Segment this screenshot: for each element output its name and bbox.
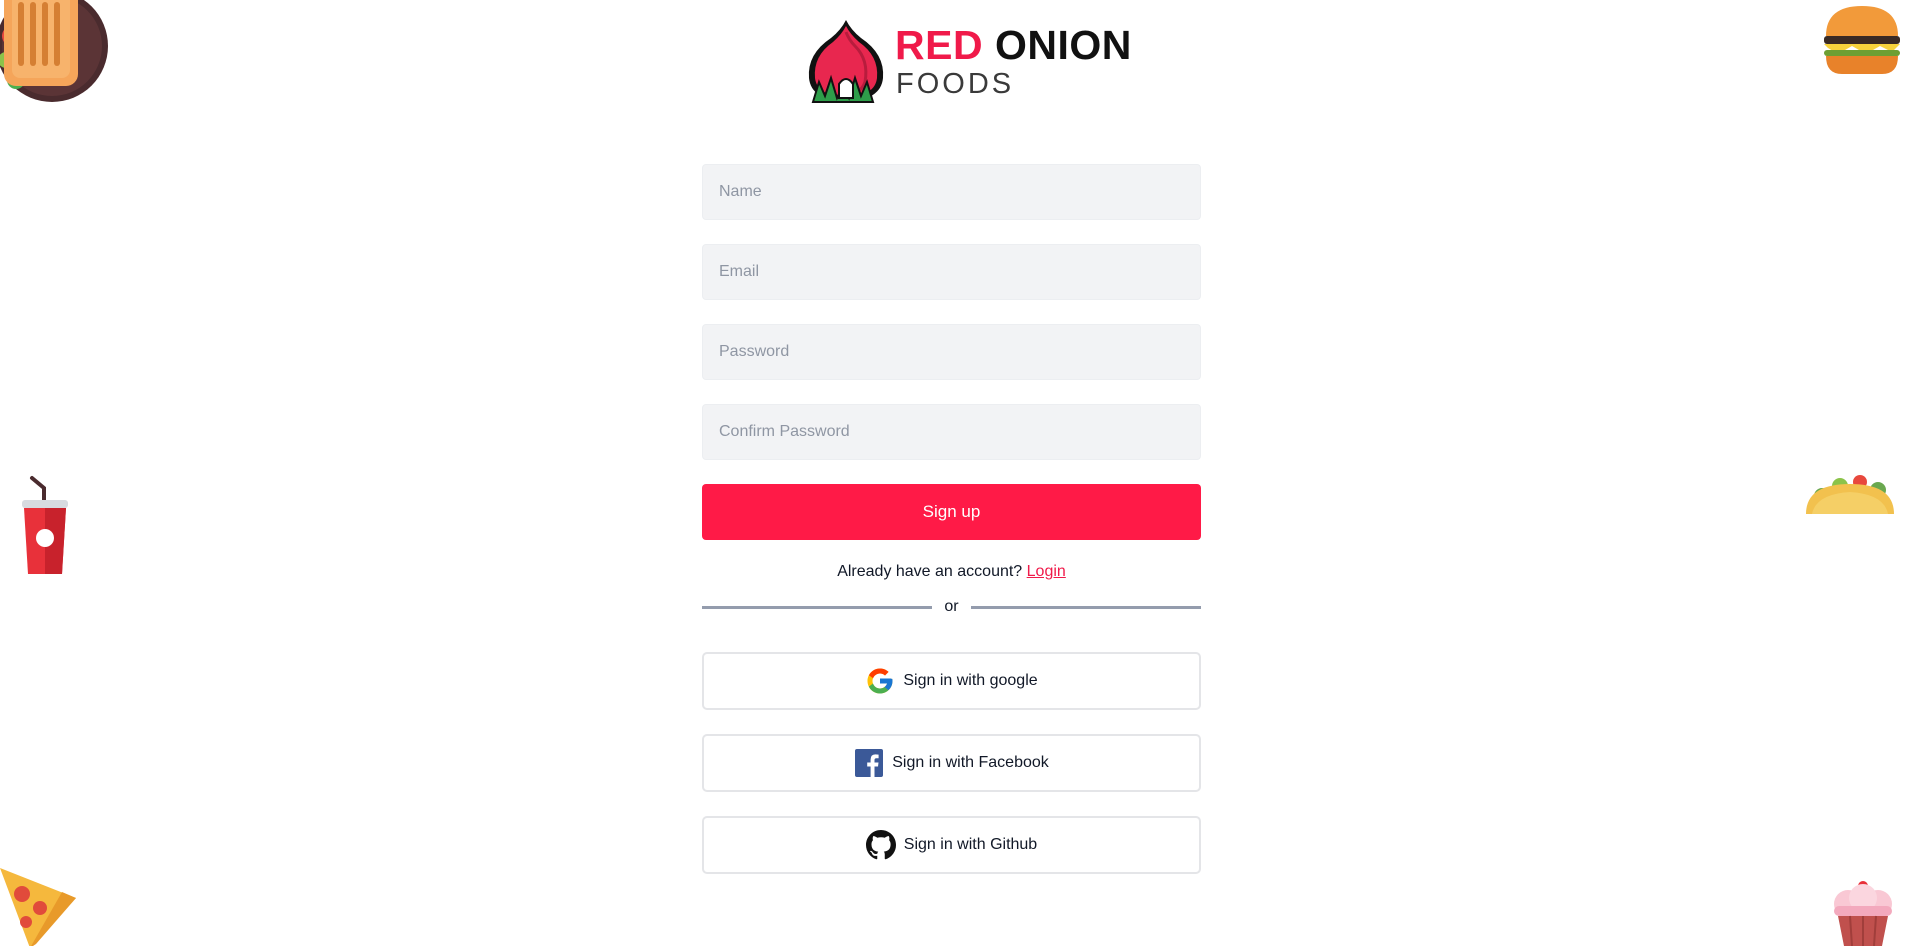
soda-cup-icon (22, 476, 68, 574)
github-signin-button[interactable]: Sign in with Github (702, 816, 1201, 874)
facebook-icon (854, 748, 884, 778)
onion-logo-icon (808, 20, 884, 103)
divider-line-right (971, 606, 1201, 609)
facebook-signin-button[interactable]: Sign in with Facebook (702, 734, 1201, 792)
password-input[interactable] (702, 324, 1201, 380)
facebook-signin-label: Sign in with Facebook (892, 754, 1049, 771)
github-signin-label: Sign in with Github (903, 836, 1038, 853)
login-link[interactable]: Login (1027, 563, 1066, 580)
burger-icon (1824, 6, 1900, 74)
login-prompt-text: Already have an account? (837, 563, 1023, 580)
sandwich-icon (0, 0, 108, 102)
signup-page: RED ONION FOODS Sign up Already have an … (0, 0, 1905, 946)
or-divider: or (702, 596, 1201, 618)
email-input[interactable] (702, 244, 1201, 300)
google-signin-label: Sign in with google (903, 672, 1038, 689)
brand-name-red: RED (895, 22, 984, 68)
brand-subtitle: FOODS (896, 68, 1015, 100)
login-prompt: Already have an account? Login (702, 562, 1201, 582)
brand-name: RED ONION (895, 25, 1132, 66)
signup-form: Sign up Already have an account? Login o… (702, 164, 1201, 874)
signup-button[interactable]: Sign up (702, 484, 1201, 540)
pizza-slice-icon (0, 868, 76, 946)
google-signin-button[interactable]: Sign in with google (702, 652, 1201, 710)
taco-icon (1806, 475, 1894, 514)
confirm-password-input[interactable] (702, 404, 1201, 460)
cupcake-icon (1834, 881, 1892, 946)
brand-logo: RED ONION FOODS (803, 16, 1131, 104)
github-icon (865, 830, 896, 860)
google-icon (865, 666, 895, 696)
brand-name-dark: ONION (994, 22, 1132, 68)
name-input[interactable] (702, 164, 1201, 220)
